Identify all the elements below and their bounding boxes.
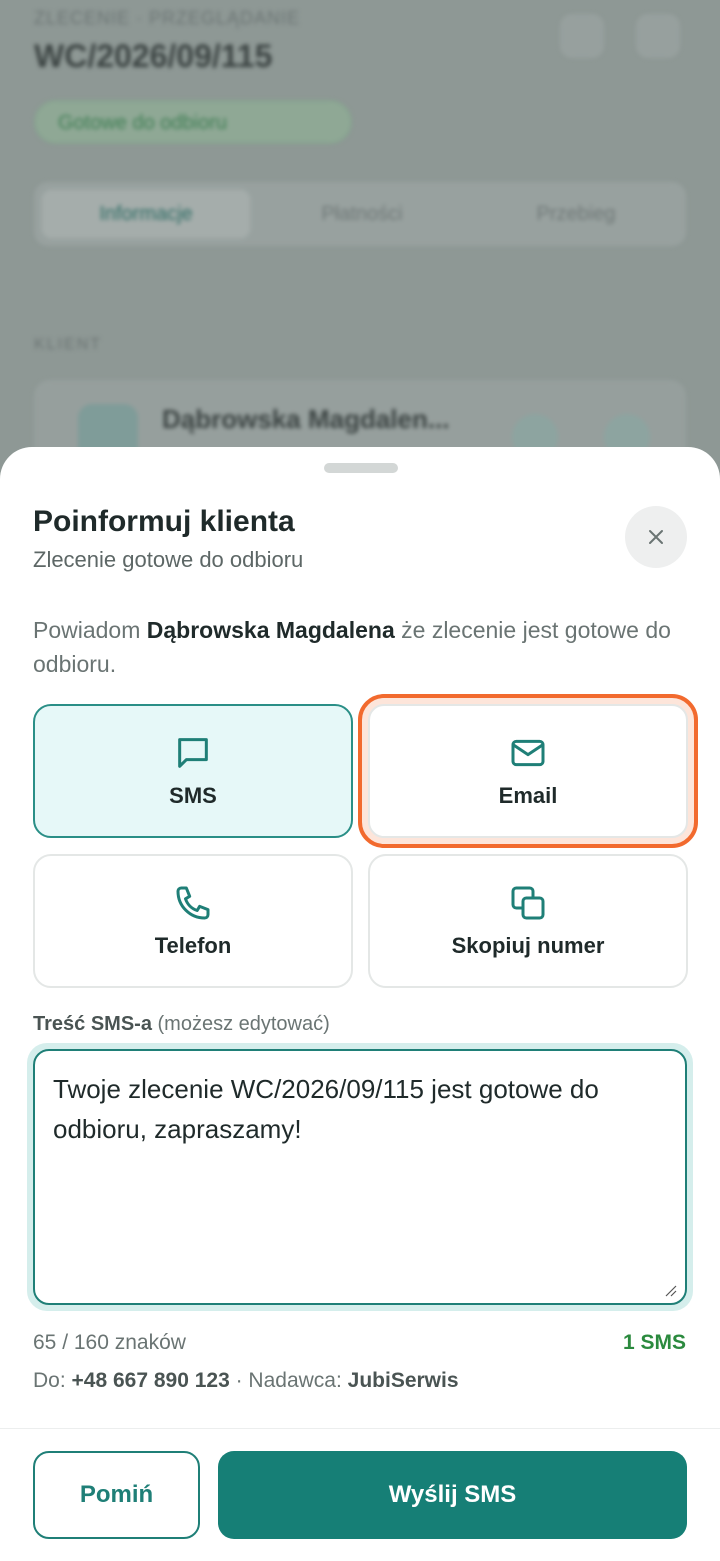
client-name-bold: Dąbrowska Magdalena xyxy=(146,617,395,643)
to-number: +48 667 890 123 xyxy=(71,1369,230,1392)
tab-przebieg: Przebieg xyxy=(536,202,616,225)
footer-divider xyxy=(0,1428,720,1429)
print-icon xyxy=(560,14,604,58)
sms-message-input[interactable]: Twoje zlecenie WC/2026/09/115 jest gotow… xyxy=(33,1049,687,1305)
option-phone[interactable]: Telefon xyxy=(33,854,353,988)
message-square-icon xyxy=(178,738,208,768)
sender-name: JubiSerwis xyxy=(347,1369,459,1392)
mail-icon xyxy=(511,739,545,767)
message-label-bold: Treść SMS-a xyxy=(33,1013,152,1035)
message-field-focus-ring: Twoje zlecenie WC/2026/09/115 jest gotow… xyxy=(27,1043,693,1311)
sms-count: 1 SMS xyxy=(622,1331,686,1354)
tab-platnosci: Płatności xyxy=(321,202,403,225)
section-label: KLIENT xyxy=(34,336,103,353)
option-sms-label: SMS xyxy=(169,783,217,808)
drag-handle[interactable] xyxy=(324,463,398,473)
resize-grip-icon[interactable] xyxy=(661,1281,677,1297)
option-phone-label: Telefon xyxy=(154,933,232,958)
skip-button[interactable]: Pomiń xyxy=(33,1451,200,1539)
to-label: Do: xyxy=(33,1369,72,1392)
background-screen: ZLECENIE · PRZEGLĄDANIE WC/2026/09/115 G… xyxy=(0,0,720,500)
copy-icon xyxy=(511,886,545,920)
recipient-info: Do: +48 667 890 123 · Nadawca: JubiSerwi… xyxy=(33,1369,459,1393)
client-name: Dąbrowska Magdalen... xyxy=(162,404,450,434)
send-sms-button[interactable]: Wyślij SMS xyxy=(218,1451,687,1539)
breadcrumb: ZLECENIE · PRZEGLĄDANIE xyxy=(34,8,301,28)
intro-prefix: Powiadom xyxy=(33,617,147,643)
sheet-title: Poinformuj klienta xyxy=(33,505,295,538)
sender-label: · Nadawca: xyxy=(229,1369,348,1392)
message-field-label: Treść SMS-a (możesz edytować) xyxy=(33,1013,330,1036)
option-copy-label: Skopiuj numer xyxy=(451,933,605,958)
message-label-hint: (możesz edytować) xyxy=(151,1013,330,1035)
option-email-label: Email xyxy=(498,783,558,808)
option-sms[interactable]: SMS xyxy=(33,704,353,838)
more-icon xyxy=(636,14,680,58)
close-icon xyxy=(649,530,663,544)
option-copy-number[interactable]: Skopiuj numer xyxy=(368,854,688,988)
char-counter: 65 / 160 znaków xyxy=(33,1331,186,1354)
tab-bar: Informacje Płatności Przebieg xyxy=(34,182,686,246)
status-badge: Gotowe do odbioru xyxy=(34,100,352,144)
page-title: WC/2026/09/115 xyxy=(34,38,273,74)
sheet-subtitle: Zlecenie gotowe do odbioru xyxy=(33,547,304,572)
notify-client-sheet: Poinformuj klienta Zlecenie gotowe do od… xyxy=(0,447,720,1561)
tab-informacje: Informacje xyxy=(40,188,252,240)
intro-text: Powiadom Dąbrowska Magdalena że zlecenie… xyxy=(33,613,683,681)
option-email[interactable]: Email xyxy=(358,694,698,848)
phone-icon xyxy=(176,886,210,920)
close-button[interactable] xyxy=(625,506,687,568)
